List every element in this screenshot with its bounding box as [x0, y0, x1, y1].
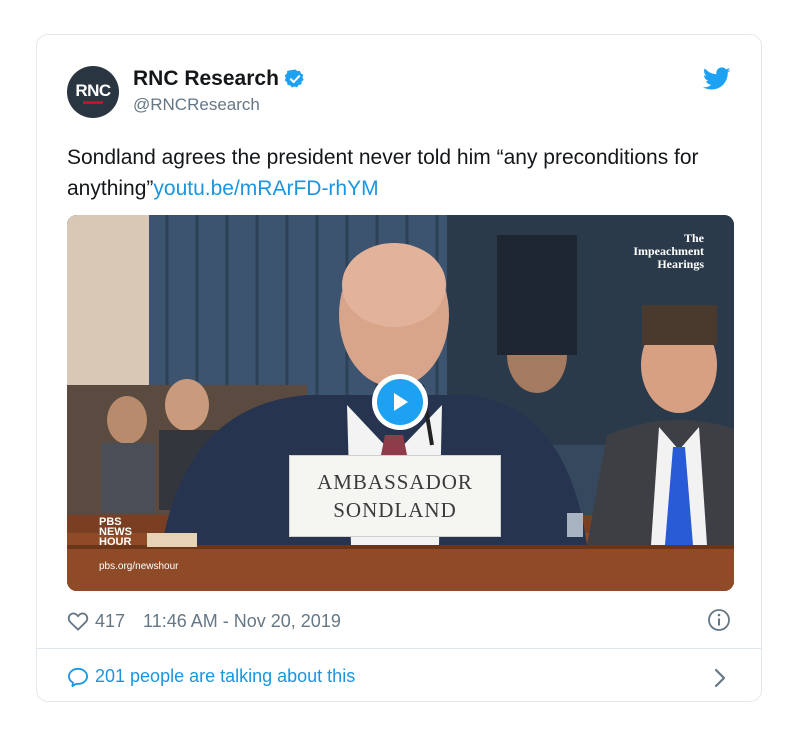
embedded-tweet-card: RNC RNC Research @RNCResearch Sondland a… [36, 34, 762, 702]
play-button[interactable] [372, 374, 428, 430]
author-handle[interactable]: @RNCResearch [133, 95, 260, 115]
speech-bubble-icon [68, 667, 88, 687]
tweet-timestamp[interactable]: 11:46 AM - Nov 20, 2019 [143, 611, 341, 632]
ambassador-nameplate: AMBASSADOR SONDLAND [289, 455, 501, 537]
like-count[interactable]: 417 [95, 611, 125, 632]
tweet-meta-row: 417 11:46 AM - Nov 20, 2019 [67, 609, 341, 633]
tweet-text: Sondland agrees the president never told… [67, 142, 747, 204]
video-thumbnail[interactable]: The Impeachment Hearings AMBASSADOR SOND… [67, 215, 734, 591]
info-icon[interactable] [707, 608, 731, 632]
heart-icon[interactable] [67, 611, 89, 631]
pbs-line-3: HOUR [99, 536, 132, 548]
conversation-count-label: 201 people are talking about this [95, 666, 356, 686]
tweet-link[interactable]: youtu.be/mRArFD-rhYM [153, 177, 378, 200]
twitter-bird-icon[interactable] [703, 67, 731, 91]
pbs-url: pbs.org/newshour [99, 561, 179, 572]
watermark-line-3: Hearings [657, 257, 704, 271]
nameplate-line-1: AMBASSADOR [317, 470, 473, 494]
nameplate-line-2: SONDLAND [333, 498, 457, 522]
chevron-right-icon[interactable] [713, 667, 727, 689]
avatar-logo-text: RNC [75, 81, 111, 100]
play-button-inner [377, 379, 423, 425]
author-name-row: RNC Research [133, 66, 306, 92]
card-divider [37, 648, 761, 649]
conversation-link[interactable]: 201 people are talking about this [67, 666, 355, 687]
play-icon [394, 393, 408, 411]
avatar[interactable]: RNC [67, 66, 119, 118]
author-display-name[interactable]: RNC Research [133, 67, 279, 91]
verified-badge-icon [284, 69, 304, 88]
avatar-accent-bar [83, 101, 103, 104]
impeachment-hearings-watermark: The Impeachment Hearings [584, 232, 704, 271]
pbs-newshour-logo: PBS NEWS HOUR [99, 517, 132, 548]
